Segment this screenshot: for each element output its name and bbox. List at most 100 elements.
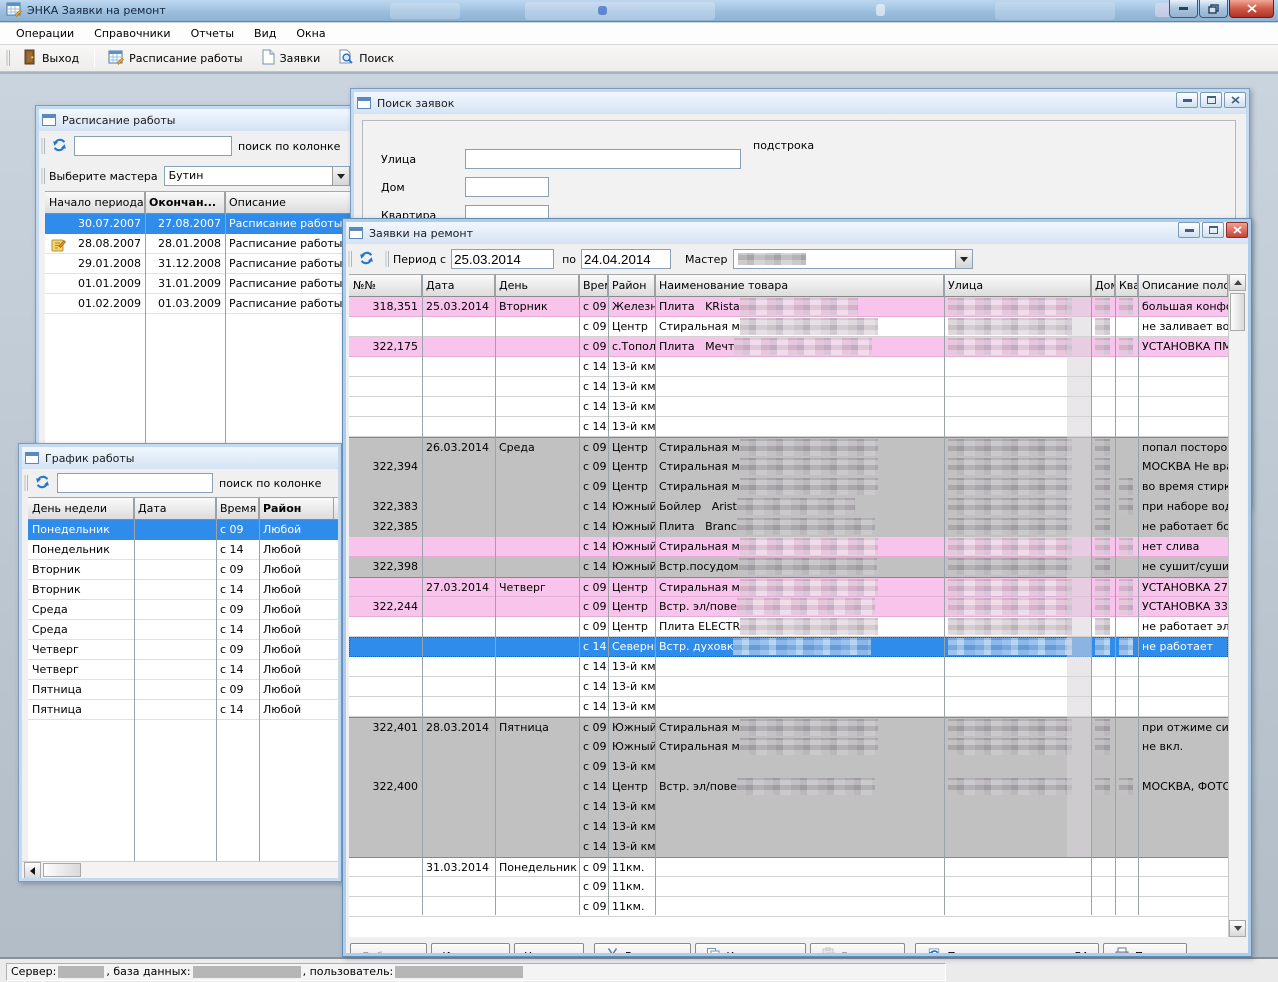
request-row[interactable]: с 1413-й км <box>349 657 1228 677</box>
request-row[interactable]: с 09ЦентрПлита ELECTRне работает эл. <box>349 617 1228 637</box>
street-input[interactable] <box>465 149 741 169</box>
column-header[interactable]: Район <box>259 498 334 519</box>
column-header[interactable]: Дата <box>134 498 216 519</box>
minimize-button[interactable] <box>1176 92 1198 108</box>
copy-button[interactable]: Копировать <box>695 943 806 953</box>
search-window-titlebar[interactable]: Поиск заявок <box>354 92 1246 114</box>
request-row[interactable]: 31.03.2014Понедельникс 0911км. <box>349 857 1228 877</box>
schedule-window-titlebar[interactable]: Расписание работы <box>39 109 351 131</box>
scrollbar-thumb[interactable] <box>43 863 81 877</box>
column-header[interactable]: Улица <box>944 275 1091 296</box>
request-row[interactable]: с 0911км. <box>349 877 1228 897</box>
close-button[interactable] <box>1224 92 1246 108</box>
scrollbar-thumb[interactable] <box>1230 293 1245 331</box>
close-button[interactable] <box>1229 0 1274 18</box>
menu-item-1[interactable]: Операции <box>6 24 84 43</box>
period-from-input[interactable] <box>451 249 554 269</box>
menu-item-4[interactable]: Вид <box>244 24 286 43</box>
check-repeat-button[interactable]: Проверить на повтор F4 <box>915 943 1099 953</box>
column-header[interactable]: День <box>495 275 579 296</box>
graph-row[interactable]: Пятницас 09Любой <box>28 680 338 700</box>
refresh-icon[interactable] <box>34 474 51 493</box>
request-row[interactable]: 322,40128.03.2014Пятницас 09ЮжныйСтираль… <box>349 717 1228 737</box>
request-row[interactable]: 322,398с 14ЮжныйВстр.посудомне сушит/суш… <box>349 557 1228 577</box>
column-header[interactable]: №№ <box>349 275 422 296</box>
request-row[interactable]: 322,394с 09ЦентрСтиральная мМОСКВА Не вр… <box>349 457 1228 477</box>
column-header[interactable]: Дом <box>1091 275 1115 296</box>
chevron-down-icon[interactable] <box>332 167 349 185</box>
menu-item-3[interactable]: Отчеты <box>181 24 244 43</box>
menu-item-2[interactable]: Справочники <box>84 24 180 43</box>
column-header[interactable]: Квар <box>1115 275 1138 296</box>
edit-button[interactable]: Изменить <box>431 943 509 953</box>
request-row[interactable]: с 0913-й км <box>349 757 1228 777</box>
menu-item-5[interactable]: Окна <box>286 24 335 43</box>
request-row[interactable]: с 1413-й км <box>349 837 1228 857</box>
request-row[interactable]: с 09ЦентрСтиральная мне заливает вод <box>349 317 1228 337</box>
graph-search-input[interactable] <box>57 473 213 493</box>
request-row[interactable]: с 1413-й км <box>349 697 1228 717</box>
request-row[interactable]: с 1413-й км <box>349 677 1228 697</box>
close-button[interactable] <box>1226 222 1248 238</box>
minimize-button[interactable] <box>1169 0 1198 18</box>
horizontal-scrollbar[interactable] <box>22 861 338 878</box>
request-row[interactable]: 27.03.2014Четвергс 09ЦентрСтиральная мУС… <box>349 577 1228 597</box>
column-header[interactable]: Дата <box>422 275 495 296</box>
restore-button[interactable] <box>1199 0 1228 18</box>
request-row[interactable]: 322,383с 14ЮжныйБойлер Aristпри наборе в… <box>349 497 1228 517</box>
print-button[interactable]: Печать <box>1103 943 1187 953</box>
column-header[interactable]: Район <box>608 275 655 296</box>
request-row[interactable]: 322,244с 09ЦентрВстр. эл/повеУСТАНОВКА 3… <box>349 597 1228 617</box>
column-header[interactable]: Окончан... <box>145 192 225 213</box>
master-combobox[interactable]: Бутин <box>164 166 350 186</box>
request-row[interactable]: с 1413-й км <box>349 397 1228 417</box>
request-row[interactable]: 322,385с 14ЮжныйПлита Brancне работает б… <box>349 517 1228 537</box>
schedule-row[interactable]: 28.08.200728.01.2008Расписание работы с <box>45 234 351 254</box>
column-header[interactable]: Время <box>216 498 259 519</box>
request-row[interactable]: с 09ЮжныйСтиральная мне вкл. <box>349 737 1228 757</box>
request-row[interactable]: 322,400с 14ЦентрВстр. эл/повеМОСКВА, ФОТ… <box>349 777 1228 797</box>
column-header[interactable]: Начало периода <box>45 192 145 213</box>
refresh-icon[interactable] <box>358 250 375 269</box>
vertical-scrollbar[interactable] <box>1228 274 1245 937</box>
schedule-row[interactable]: 01.01.200931.01.2009Расписание работы с <box>45 274 351 294</box>
request-row[interactable]: с 1413-й км <box>349 817 1228 837</box>
request-row[interactable]: с 1413-й км <box>349 357 1228 377</box>
paste-button[interactable]: Вставить <box>810 943 905 953</box>
graph-row[interactable]: Пятницас 14Любой <box>28 700 338 720</box>
scroll-down-button[interactable] <box>1229 920 1246 937</box>
minimize-button[interactable] <box>1178 222 1200 238</box>
master-filter-combobox[interactable] <box>733 249 973 269</box>
column-header[interactable]: Наименование товара <box>655 275 944 296</box>
request-row[interactable]: с 14ЮжныйСтиральная мнет слива <box>349 537 1228 557</box>
graph-row[interactable]: Средас 14Любой <box>28 620 338 640</box>
requests-window-titlebar[interactable]: Заявки на ремонт <box>346 222 1248 244</box>
search-button[interactable]: Поиск <box>330 46 402 71</box>
request-row[interactable]: 322,175с 09с.ТополеПлита МечтУСТАНОВКА П… <box>349 337 1228 357</box>
exit-button[interactable]: Выход <box>14 46 87 71</box>
column-header[interactable]: Описание полом <box>1138 275 1228 296</box>
schedule-row[interactable]: 01.02.200901.03.2009Расписание работы с <box>45 294 351 314</box>
add-button[interactable]: Добавить <box>350 943 427 953</box>
graph-row[interactable]: Понедельникс 14Любой <box>28 540 338 560</box>
scroll-left-button[interactable] <box>24 862 41 878</box>
schedule-search-input[interactable] <box>74 136 232 156</box>
scroll-up-button[interactable] <box>1229 274 1246 291</box>
delete-button[interactable]: Удалить <box>514 943 584 953</box>
graph-row[interactable]: Четвергс 09Любой <box>28 640 338 660</box>
maximize-button[interactable] <box>1202 222 1224 238</box>
request-row[interactable]: 318,35125.03.2014Вторникс 09ЖелезноПлита… <box>349 297 1228 317</box>
request-row[interactable]: с 1413-й км <box>349 417 1228 437</box>
request-row[interactable]: с 14СеверньВстр. духовкне работает <box>349 637 1228 657</box>
graph-row[interactable]: Вторникс 14Любой <box>28 580 338 600</box>
schedule-row[interactable]: 29.01.200831.12.2008Расписание работы с <box>45 254 351 274</box>
graph-row[interactable]: Понедельникс 09Любой <box>28 520 338 540</box>
chevron-down-icon[interactable] <box>955 250 972 268</box>
request-row[interactable]: с 0911км. <box>349 897 1228 917</box>
period-to-input[interactable] <box>581 249 671 269</box>
requests-button[interactable]: Заявки <box>253 46 329 71</box>
column-header[interactable]: Описание <box>225 192 351 213</box>
cut-button[interactable]: Вырезать <box>594 943 691 953</box>
column-header[interactable]: Врем <box>579 275 608 296</box>
graph-window-titlebar[interactable]: График работы <box>22 447 338 469</box>
